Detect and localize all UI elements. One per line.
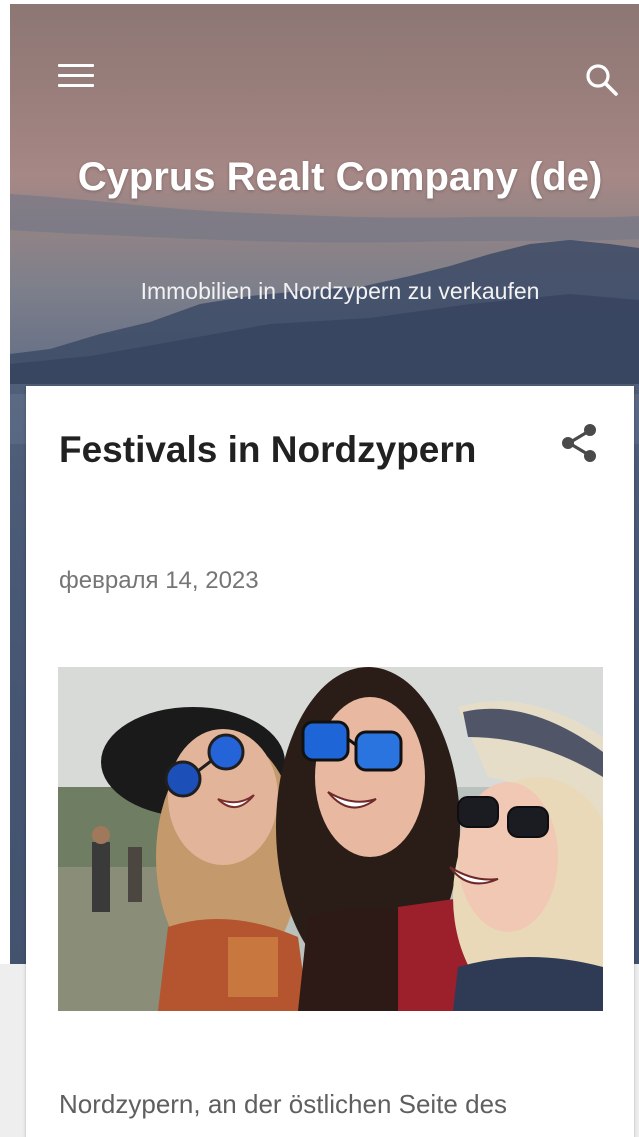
- search-icon[interactable]: [584, 62, 620, 98]
- share-icon[interactable]: [558, 422, 600, 464]
- site-description: Immobilien in Nordzypern zu verkaufen: [140, 278, 540, 304]
- post-card: Festivals in Nordzypern февраля 14, 2023: [26, 386, 634, 1137]
- menu-line: [58, 74, 94, 77]
- post-featured-image[interactable]: [58, 667, 603, 1011]
- hamburger-menu-icon[interactable]: [58, 64, 94, 90]
- post-title[interactable]: Festivals in Nordzypern: [59, 426, 529, 473]
- menu-line: [58, 84, 94, 87]
- site-title[interactable]: Cyprus Realt Company (de): [50, 154, 630, 201]
- blog-page: Cyprus Realt Company (de) Immobilien in …: [0, 0, 639, 1137]
- menu-line: [58, 64, 94, 67]
- post-date[interactable]: февраля 14, 2023: [59, 566, 259, 596]
- post-snippet: Nordzypern, an der östlichen Seite des: [59, 1089, 508, 1119]
